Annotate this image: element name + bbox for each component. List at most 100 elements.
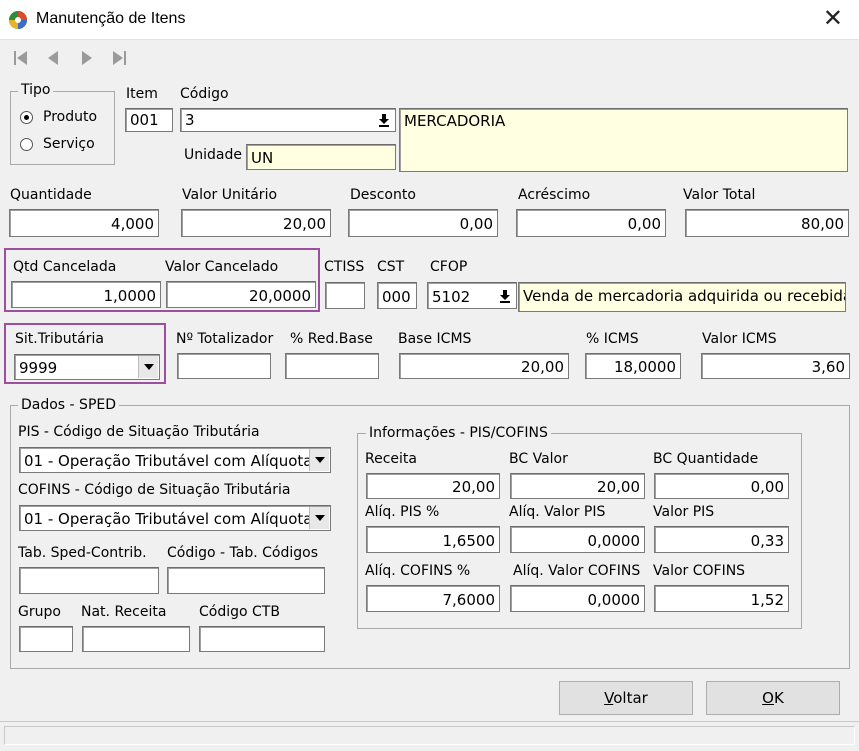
codigo-tab-field[interactable] bbox=[167, 567, 325, 594]
red-base-label: % Red.Base bbox=[290, 331, 373, 347]
ok-label: K bbox=[773, 689, 784, 707]
pis-label: PIS - Código de Situação Tributária bbox=[18, 424, 260, 440]
valor-total-label: Valor Total bbox=[683, 187, 756, 203]
ok-button[interactable]: OK bbox=[706, 681, 840, 715]
close-icon[interactable]: ✕ bbox=[823, 4, 843, 32]
cst-field[interactable]: 000 bbox=[377, 282, 417, 309]
next-record-icon[interactable] bbox=[78, 48, 96, 68]
valor-unitario-field[interactable]: 20,00 bbox=[181, 209, 331, 237]
cofins-dropdown-button[interactable] bbox=[309, 507, 329, 529]
valor-unitario-label: Valor Unitário bbox=[182, 187, 278, 203]
previous-record-icon[interactable] bbox=[44, 48, 62, 68]
produto-radio[interactable] bbox=[20, 111, 33, 124]
download-arrow-icon bbox=[379, 114, 389, 127]
grupo-field[interactable] bbox=[19, 626, 73, 652]
codigo-ctb-field[interactable] bbox=[199, 626, 325, 652]
sit-tributaria-select[interactable]: 9999 bbox=[14, 354, 160, 380]
grupo-label: Grupo bbox=[18, 604, 61, 620]
desconto-field[interactable]: 0,00 bbox=[348, 209, 498, 237]
receita-field[interactable]: 20,00 bbox=[366, 473, 500, 499]
tab-sped-field[interactable] bbox=[19, 567, 159, 594]
tipo-legend: Tipo bbox=[18, 82, 54, 98]
aliq-cofins-field[interactable]: 7,6000 bbox=[366, 585, 500, 612]
sit-tributaria-dropdown-button[interactable] bbox=[138, 356, 158, 378]
download-arrow-icon bbox=[500, 289, 510, 303]
base-icms-field[interactable]: 20,00 bbox=[399, 353, 569, 379]
ctiss-field[interactable] bbox=[325, 282, 365, 309]
red-base-field[interactable] bbox=[285, 353, 379, 379]
pis-value: 01 - Operação Tributável com Alíquota bbox=[24, 452, 313, 470]
valor-total-field[interactable]: 80,00 bbox=[685, 209, 849, 237]
bc-valor-field[interactable]: 20,00 bbox=[510, 473, 645, 499]
receita-label: Receita bbox=[365, 451, 417, 467]
nat-receita-field[interactable] bbox=[82, 626, 190, 652]
window-title: Manutenção de Itens bbox=[36, 10, 186, 27]
chevron-down-icon bbox=[314, 457, 325, 463]
tipo-group bbox=[10, 91, 115, 165]
desconto-label: Desconto bbox=[350, 187, 416, 203]
aliq-pis-field[interactable]: 1,6500 bbox=[366, 526, 500, 553]
nat-receita-label: Nat. Receita bbox=[81, 604, 167, 620]
acrescimo-field[interactable]: 0,00 bbox=[516, 209, 666, 237]
codigo-label: Código bbox=[180, 86, 229, 102]
sped-legend: Dados - SPED bbox=[18, 397, 120, 413]
valor-pis-label: Valor PIS bbox=[653, 504, 715, 520]
servico-label: Serviço bbox=[43, 136, 95, 152]
codigo-field[interactable]: 3 bbox=[180, 108, 396, 132]
voltar-label: oltar bbox=[613, 689, 648, 707]
aliq-valor-cofins-field[interactable]: 0,0000 bbox=[510, 585, 645, 612]
unidade-label: Unidade bbox=[184, 147, 242, 163]
app-globe-icon bbox=[9, 11, 27, 29]
bc-quantidade-label: BC Quantidade bbox=[653, 451, 759, 467]
cofins-value: 01 - Operação Tributável com Alíquota bbox=[24, 510, 313, 528]
servico-radio[interactable] bbox=[20, 138, 33, 151]
perc-icms-field[interactable]: 18,0000 bbox=[585, 353, 681, 379]
totalizador-field[interactable] bbox=[177, 353, 271, 379]
aliq-valor-pis-field[interactable]: 0,0000 bbox=[510, 526, 645, 553]
voltar-button[interactable]: Voltar bbox=[559, 681, 693, 715]
qtd-cancelada-label: Qtd Cancelada bbox=[13, 259, 117, 275]
item-label: Item bbox=[126, 86, 158, 102]
quantidade-field[interactable]: 4,000 bbox=[9, 209, 159, 237]
voltar-accesskey: V bbox=[604, 689, 614, 707]
acrescimo-label: Acréscimo bbox=[518, 187, 591, 203]
codigo-description: MERCADORIA bbox=[399, 108, 848, 172]
last-record-icon[interactable] bbox=[110, 48, 128, 68]
valor-pis-field[interactable]: 0,33 bbox=[654, 526, 789, 553]
cofins-select[interactable]: 01 - Operação Tributável com Alíquota bbox=[19, 505, 331, 531]
bc-valor-label: BC Valor bbox=[509, 451, 568, 467]
status-bar bbox=[0, 721, 859, 751]
tab-sped-label: Tab. Sped-Contrib. bbox=[18, 545, 147, 561]
valor-icms-label: Valor ICMS bbox=[702, 331, 777, 347]
cofins-label: COFINS - Código de Situação Tributária bbox=[18, 482, 291, 498]
ctiss-label: CTISS bbox=[324, 259, 365, 275]
first-record-icon[interactable] bbox=[12, 48, 30, 68]
sit-tributaria-value: 9999 bbox=[19, 359, 58, 377]
quantidade-label: Quantidade bbox=[10, 187, 92, 203]
cfop-field[interactable]: 5102 bbox=[427, 282, 517, 309]
cst-label: CST bbox=[377, 259, 405, 275]
aliq-pis-label: Alíq. PIS % bbox=[365, 504, 440, 520]
codigo-value: 3 bbox=[185, 111, 195, 129]
valor-cancelado-field[interactable]: 20,0000 bbox=[166, 281, 316, 308]
cfop-lookup-button[interactable] bbox=[495, 284, 515, 307]
pis-select[interactable]: 01 - Operação Tributável com Alíquota bbox=[19, 447, 331, 473]
qtd-cancelada-field[interactable]: 1,0000 bbox=[11, 281, 161, 308]
valor-icms-field[interactable]: 3,60 bbox=[701, 353, 850, 379]
bc-quantidade-field[interactable]: 0,00 bbox=[654, 473, 789, 499]
cfop-description: Venda de mercadoria adquirida ou recebid… bbox=[518, 282, 846, 312]
pis-dropdown-button[interactable] bbox=[309, 449, 329, 471]
item-field[interactable]: 001 bbox=[125, 108, 173, 132]
title-bar: Manutenção de Itens ✕ bbox=[0, 0, 859, 40]
perc-icms-label: % ICMS bbox=[586, 331, 639, 347]
totalizador-label: Nº Totalizador bbox=[176, 331, 274, 347]
aliq-valor-cofins-label: Alíq. Valor COFINS bbox=[513, 563, 641, 579]
ok-accesskey: O bbox=[762, 689, 774, 707]
pis-cofins-legend: Informações - PIS/COFINS bbox=[366, 425, 551, 441]
status-panel bbox=[4, 726, 855, 745]
unidade-field: UN bbox=[246, 144, 396, 170]
sit-tributaria-label: Sit.Tributária bbox=[15, 331, 104, 347]
valor-cofins-field[interactable]: 1,52 bbox=[654, 585, 789, 612]
codigo-lookup-button[interactable] bbox=[374, 110, 394, 130]
chevron-down-icon bbox=[314, 515, 325, 521]
